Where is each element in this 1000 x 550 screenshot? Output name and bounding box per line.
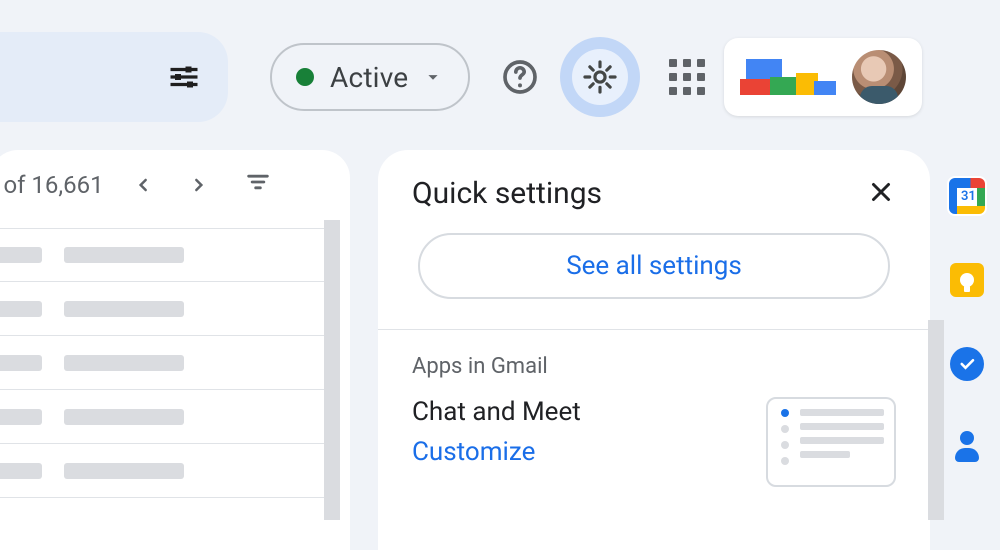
list-item[interactable] (0, 282, 324, 336)
calendar-app-button[interactable]: 31 (947, 176, 987, 216)
google-apps-button[interactable] (654, 51, 706, 103)
list-item[interactable] (0, 228, 324, 282)
tasks-app-button[interactable] (947, 344, 987, 384)
settings-title: Quick settings (412, 176, 602, 211)
prev-page-button[interactable] (130, 171, 158, 199)
status-dot-icon (296, 68, 314, 86)
mail-scrollbar[interactable] (324, 220, 340, 520)
apps-grid-icon (669, 59, 705, 95)
chevron-left-icon (134, 175, 154, 195)
calendar-icon: 31 (949, 178, 985, 214)
avatar (852, 50, 906, 104)
quick-settings-panel: Quick settings See all settings Apps in … (378, 150, 930, 550)
mail-toolbar: 0 of 16,661 (0, 168, 324, 202)
help-icon (500, 57, 540, 97)
side-panel: 31 (942, 176, 992, 468)
settings-button[interactable] (560, 37, 640, 117)
status-label: Active (330, 61, 408, 94)
help-button[interactable] (494, 51, 546, 103)
chevron-right-icon (188, 175, 208, 195)
next-page-button[interactable] (184, 171, 212, 199)
org-logo (740, 55, 838, 99)
top-icon-group (494, 37, 706, 117)
list-item[interactable] (0, 390, 324, 444)
settings-section-label: Apps in Gmail (412, 354, 896, 379)
content-area: 0 of 16,661 Quick settings (0, 150, 1000, 500)
keep-app-button[interactable] (947, 260, 987, 300)
settings-item-title: Chat and Meet (412, 397, 581, 427)
search-bar-end[interactable] (0, 32, 228, 122)
account-switcher[interactable] (724, 38, 922, 116)
contacts-icon (952, 431, 982, 465)
close-settings-button[interactable] (866, 177, 896, 211)
close-icon (866, 177, 896, 207)
mail-list-panel: 0 of 16,661 (0, 150, 350, 550)
list-item[interactable] (0, 336, 324, 390)
tune-icon (166, 59, 202, 95)
contacts-app-button[interactable] (947, 428, 987, 468)
sort-button[interactable] (244, 168, 272, 202)
chat-meet-thumbnail[interactable] (766, 397, 896, 487)
see-all-settings-label: See all settings (566, 251, 742, 281)
caret-down-icon (422, 66, 444, 88)
chat-status-chip[interactable]: Active (270, 43, 470, 111)
keep-icon (950, 263, 984, 297)
tasks-icon (950, 347, 984, 381)
mail-rows (0, 228, 324, 498)
gear-icon (581, 58, 619, 96)
sort-icon (244, 168, 272, 196)
top-bar: Active (0, 32, 1000, 122)
list-item[interactable] (0, 444, 324, 498)
customize-link[interactable]: Customize (412, 437, 581, 467)
page-count: 0 of 16,661 (0, 171, 104, 199)
see-all-settings-button[interactable]: See all settings (418, 233, 890, 299)
